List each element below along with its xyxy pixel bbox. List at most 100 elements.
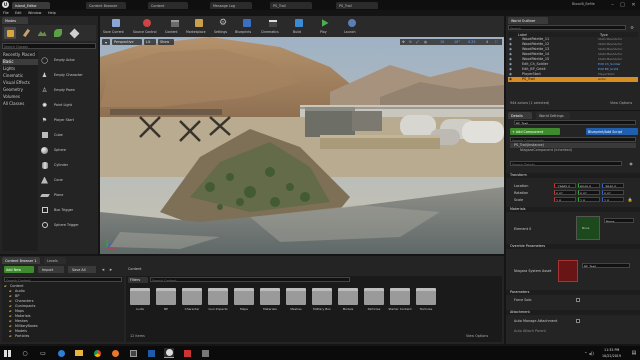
media-player-icon[interactable] bbox=[110, 348, 120, 358]
transform-header[interactable]: Transform bbox=[506, 173, 640, 178]
folder-tile[interactable]: BP bbox=[154, 286, 178, 328]
tab-world-settings[interactable]: World Settings bbox=[536, 112, 570, 119]
system-tray-icons[interactable]: ⌃ ◂)) bbox=[580, 349, 598, 357]
unreal-taskbar-icon[interactable] bbox=[164, 348, 174, 358]
windows-start-icon[interactable] bbox=[3, 349, 11, 357]
tab-details[interactable]: Details bbox=[508, 112, 532, 119]
landscape-mode-icon[interactable] bbox=[36, 27, 48, 39]
viewport-options-button[interactable]: ▾ bbox=[102, 39, 110, 45]
category-visual-effects[interactable]: Visual Effects bbox=[2, 80, 38, 86]
category-geometry[interactable]: Geometry bbox=[2, 87, 38, 93]
folder-tile[interactable]: Audio bbox=[128, 286, 152, 328]
location-z[interactable]: -3840.0 bbox=[602, 183, 624, 188]
place-item[interactable]: Sphere bbox=[40, 145, 96, 155]
perspective-button[interactable]: Perspective bbox=[112, 39, 142, 45]
place-item[interactable]: Sphere Trigger bbox=[40, 220, 96, 230]
content-view-options[interactable]: View Options bbox=[466, 334, 488, 338]
app-icon-2[interactable] bbox=[146, 348, 156, 358]
details-eye-icon[interactable]: ◉ bbox=[626, 161, 636, 166]
rotate-icon[interactable]: ↻ bbox=[409, 40, 412, 44]
marketplace-button[interactable]: Marketplace bbox=[186, 17, 212, 36]
place-item[interactable]: ♙ Empty Pawn bbox=[40, 85, 96, 95]
maximize-viewport-icon[interactable]: ⛶ bbox=[495, 40, 497, 44]
category-recently-placed[interactable]: Recently Placed bbox=[2, 52, 38, 58]
outliner-row-selected[interactable]: ◉ PS_Trail Actor bbox=[508, 77, 638, 82]
materials-header[interactable]: Materials bbox=[506, 207, 640, 212]
modes-search-input[interactable]: Search Classes bbox=[2, 43, 96, 49]
place-item[interactable]: ⚑ Player Start bbox=[40, 115, 96, 125]
eye-icon[interactable]: ◉ bbox=[509, 57, 512, 61]
niagara-select[interactable]: PS_Trail bbox=[582, 263, 630, 268]
folder-tile[interactable]: Starter Content bbox=[388, 286, 412, 328]
category-basic[interactable]: Basic bbox=[2, 59, 38, 65]
launch-button[interactable]: Launch bbox=[340, 17, 364, 36]
place-item[interactable]: ✺ Point Light bbox=[40, 100, 96, 110]
modes-tab[interactable]: Modes bbox=[2, 17, 28, 24]
place-item[interactable]: Plane bbox=[40, 190, 96, 200]
folder-tile[interactable]: Meshes bbox=[284, 286, 308, 328]
folder-tile[interactable]: Materials bbox=[258, 286, 282, 328]
cinematics-button[interactable]: Cinematics bbox=[260, 17, 286, 36]
lock-icon[interactable]: 🔒 bbox=[627, 197, 633, 202]
forward-icon[interactable]: ▸ bbox=[108, 266, 114, 273]
minimize-icon[interactable]: – bbox=[608, 1, 617, 8]
col-label[interactable]: Label bbox=[518, 33, 527, 37]
eye-icon[interactable]: ◉ bbox=[509, 72, 512, 76]
material-select[interactable]: None bbox=[604, 218, 634, 223]
category-cinematic[interactable]: Cinematic bbox=[2, 73, 38, 79]
category-volumes[interactable]: Volumes bbox=[2, 94, 38, 100]
location-y[interactable]: 6040.0 bbox=[578, 183, 600, 188]
tab-content-browser[interactable]: Content Browser bbox=[86, 2, 126, 9]
play-button[interactable]: Play bbox=[314, 17, 336, 36]
content-path[interactable]: Content bbox=[128, 267, 142, 271]
place-item[interactable]: Box Trigger bbox=[40, 205, 96, 215]
col-type[interactable]: Type bbox=[600, 33, 608, 37]
camera-speed-value[interactable]: 4 bbox=[486, 40, 488, 44]
component-niagara[interactable]: NiagaraComponent (Inherited) bbox=[510, 148, 636, 153]
category-lights[interactable]: Lights bbox=[2, 66, 38, 72]
menu-window[interactable]: Window bbox=[28, 11, 41, 15]
show-button[interactable]: Show bbox=[158, 39, 174, 45]
location-x[interactable]: -13665.0 bbox=[554, 183, 576, 188]
settings-button[interactable]: ⚙ Settings bbox=[212, 17, 234, 36]
attachment-header[interactable]: Attachment bbox=[506, 310, 640, 315]
world-icon[interactable]: ◍ bbox=[424, 40, 427, 44]
eye-icon[interactable]: ◉ bbox=[509, 62, 512, 66]
details-search-input[interactable]: Search Details bbox=[510, 161, 622, 166]
maximize-icon[interactable]: □ bbox=[618, 1, 627, 8]
tab-message-log[interactable]: Message Log bbox=[210, 2, 252, 9]
tab-ps-trail-2[interactable]: PS_Trail bbox=[336, 2, 378, 9]
component-search-input[interactable]: Search Components bbox=[510, 137, 636, 142]
task-view-icon[interactable]: ▭ bbox=[38, 348, 48, 358]
scale-snap-value[interactable]: 0.25 bbox=[468, 40, 476, 44]
source-control-button[interactable]: Source Control bbox=[132, 17, 162, 36]
back-icon[interactable]: ◂ bbox=[100, 266, 106, 273]
place-item[interactable]: Cone bbox=[40, 175, 96, 185]
edge-icon[interactable] bbox=[56, 348, 66, 358]
eye-icon[interactable]: ◉ bbox=[509, 77, 512, 81]
outliner-view-options[interactable]: View Options bbox=[610, 101, 632, 105]
eye-icon[interactable]: ◉ bbox=[509, 47, 512, 51]
scale-z[interactable]: 1.0 bbox=[602, 197, 624, 202]
app-icon-1[interactable] bbox=[128, 348, 138, 358]
niagara-thumbnail[interactable] bbox=[558, 260, 578, 282]
folder-tile[interactable]: Particles bbox=[362, 286, 386, 328]
rotation-y[interactable]: 0.0° bbox=[578, 190, 600, 195]
blueprint-script-button[interactable]: Blueprint/Add Script bbox=[586, 128, 638, 135]
angle-snap-value[interactable]: 10° bbox=[454, 40, 460, 44]
app-icon-3[interactable] bbox=[182, 348, 192, 358]
outliner-search-input[interactable]: Search... bbox=[508, 25, 626, 30]
scale-x[interactable]: 1.0 bbox=[554, 197, 576, 202]
tab-levels[interactable]: Levels bbox=[44, 257, 66, 264]
folder-tile[interactable]: Models bbox=[336, 286, 360, 328]
chrome-icon[interactable] bbox=[92, 348, 102, 358]
geometry-mode-icon[interactable] bbox=[68, 27, 80, 39]
force-solo-checkbox[interactable] bbox=[576, 298, 580, 302]
place-item[interactable]: ♟ Empty Character bbox=[40, 70, 96, 80]
level-viewport[interactable]: ▾ Perspective Lit Show ✥ ↻ ⤢ ◍ 10 10° 0.… bbox=[100, 37, 504, 254]
eye-icon[interactable]: ◉ bbox=[509, 42, 512, 46]
material-thumbnail[interactable]: None bbox=[576, 216, 600, 240]
import-button[interactable]: Import bbox=[38, 266, 64, 273]
lit-button[interactable]: Lit bbox=[144, 39, 156, 45]
search-icon[interactable]: ○ bbox=[20, 348, 30, 358]
